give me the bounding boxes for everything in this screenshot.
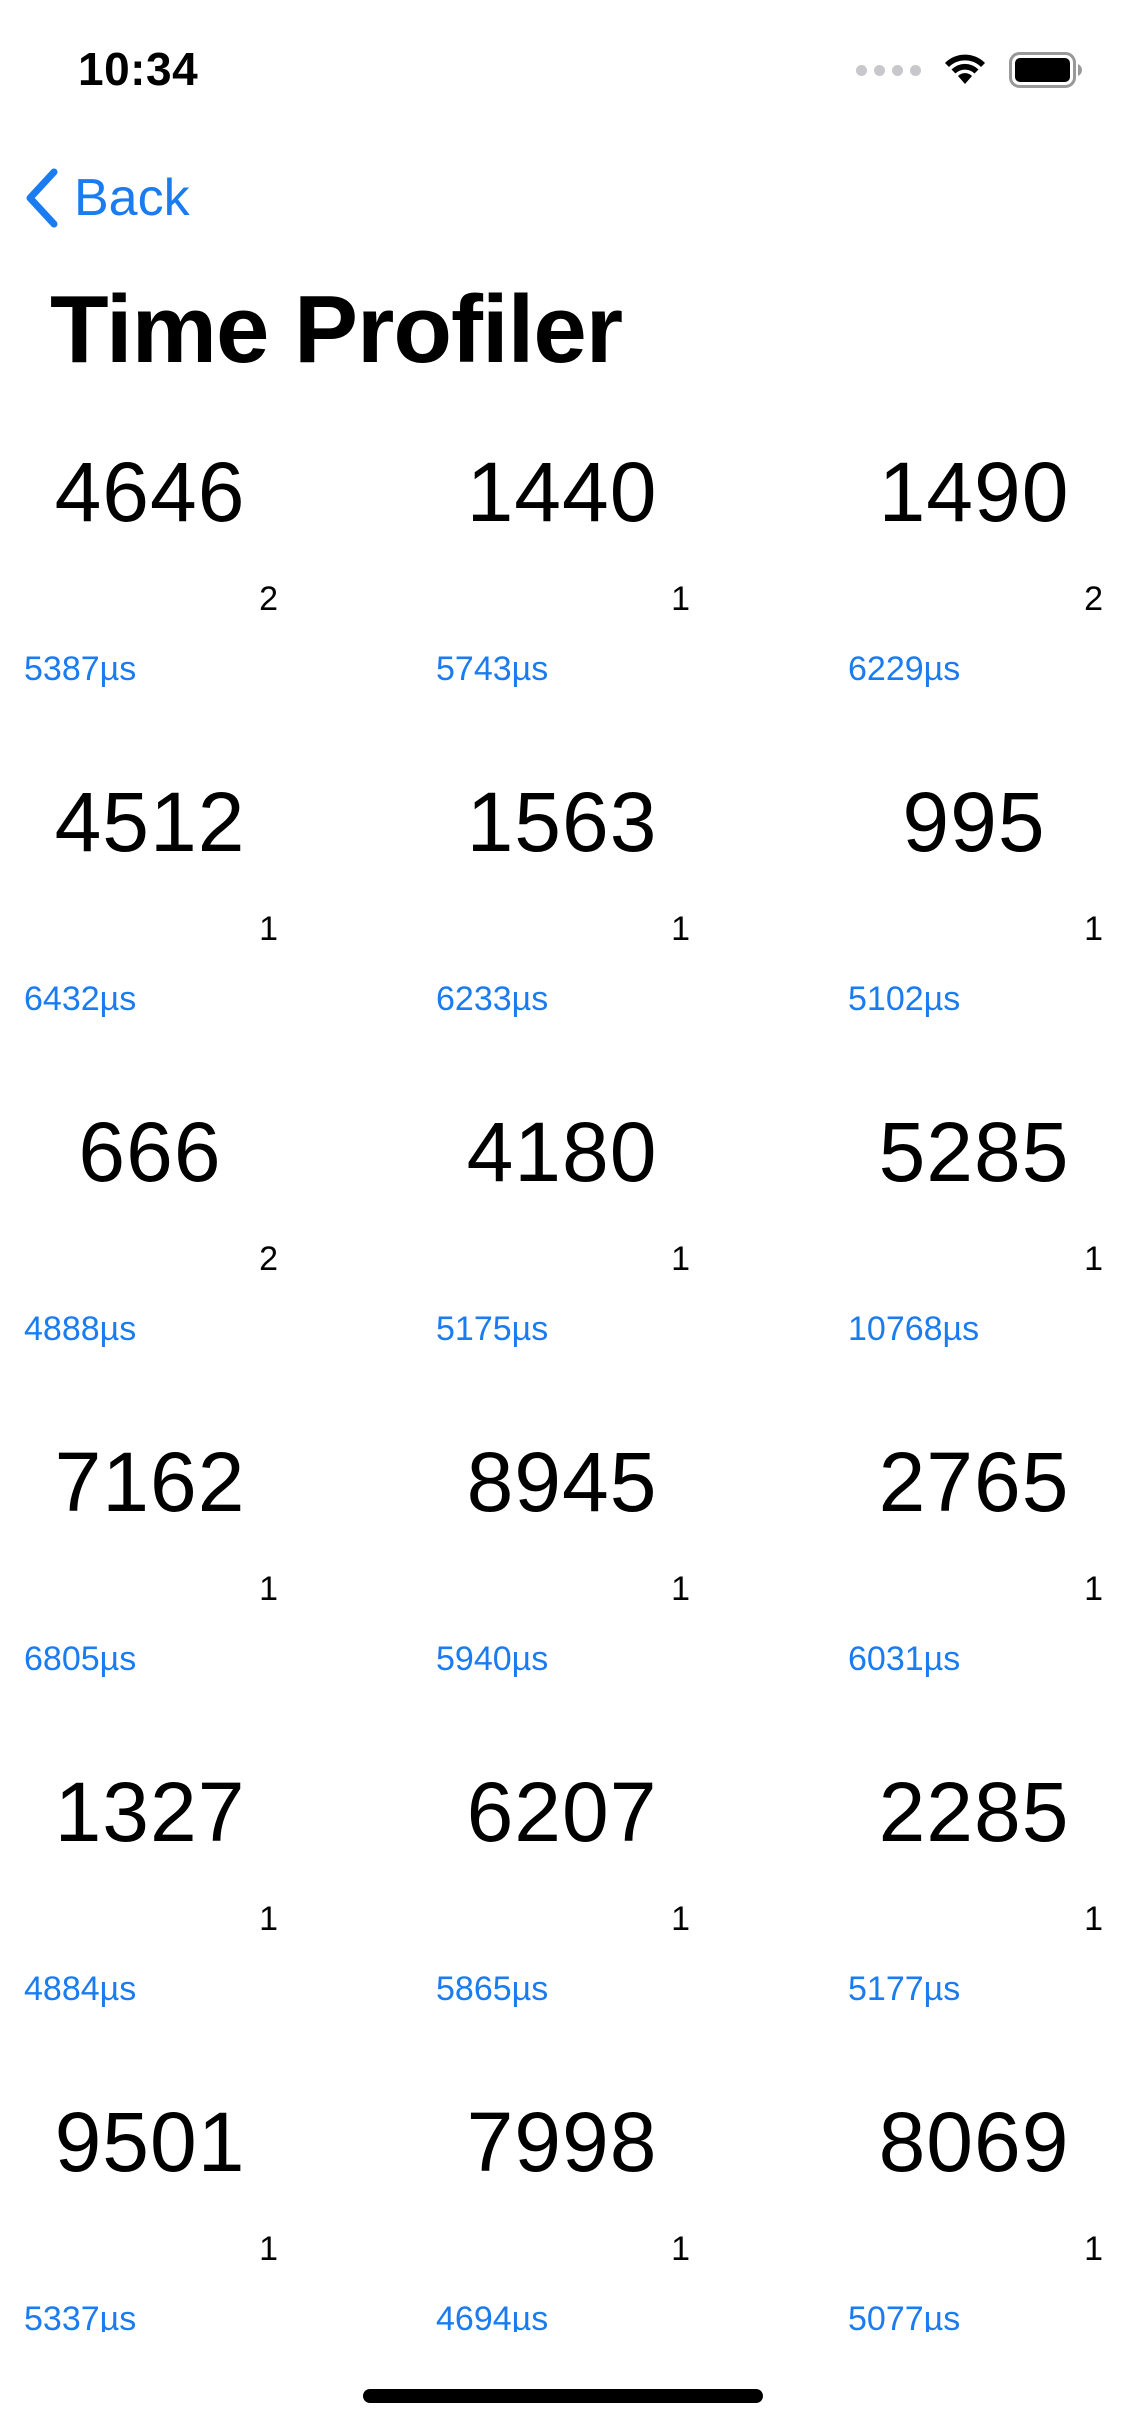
profiler-cell[interactable]: 4512 1 6432µs (0, 770, 412, 1100)
back-button-label: Back (74, 169, 190, 227)
profiler-cell[interactable]: 2765 1 6031µs (824, 1430, 1125, 1760)
cell-count: 1 (1084, 1570, 1103, 1608)
cell-count: 2 (259, 580, 278, 618)
cell-count: 1 (1084, 1240, 1103, 1278)
profiler-cell[interactable]: 8069 1 5077µs (824, 2090, 1125, 2332)
profiler-cell[interactable]: 2285 1 5177µs (824, 1760, 1125, 2090)
back-button[interactable]: Back (24, 166, 190, 230)
cell-count: 1 (259, 1900, 278, 1938)
cell-count: 1 (1084, 910, 1103, 948)
profiler-cell[interactable]: 1327 1 4884µs (0, 1760, 412, 2090)
cell-value: 7998 (466, 2095, 658, 2189)
cell-count: 1 (671, 580, 690, 618)
cell-value: 8945 (466, 1435, 658, 1529)
profiler-cell[interactable]: 7162 1 6805µs (0, 1430, 412, 1760)
cell-count: 2 (259, 1240, 278, 1278)
cell-value: 1440 (466, 445, 658, 539)
cell-duration: 10768µs (848, 1310, 980, 1348)
status-bar: 10:34 (0, 0, 1125, 140)
cell-count: 2 (1084, 580, 1103, 618)
cell-duration: 5337µs (24, 2300, 137, 2332)
cell-value: 4180 (466, 1105, 658, 1199)
cell-value: 4512 (54, 775, 246, 869)
cell-count: 1 (259, 910, 278, 948)
cell-duration: 5743µs (436, 650, 549, 688)
status-icons (856, 48, 1083, 92)
cell-value: 6207 (466, 1765, 658, 1859)
profiler-cell[interactable]: 6207 1 5865µs (412, 1760, 824, 2090)
profiler-grid: 4646 2 5387µs 1440 1 5743µs 1490 2 6229µs 4512 1 64… (0, 440, 1125, 2332)
profiler-cell[interactable]: 995 1 5102µs (824, 770, 1125, 1100)
cell-value: 995 (902, 775, 1046, 869)
cell-duration: 5387µs (24, 650, 137, 688)
cell-duration: 5940µs (436, 1640, 549, 1678)
cell-value: 5285 (878, 1105, 1070, 1199)
cell-value: 1490 (878, 445, 1070, 539)
profiler-cell[interactable]: 666 2 4888µs (0, 1100, 412, 1430)
battery-icon (1009, 52, 1083, 88)
cell-duration: 4888µs (24, 1310, 137, 1348)
profiler-cell[interactable]: 4646 2 5387µs (0, 440, 412, 770)
cell-count: 1 (259, 1570, 278, 1608)
cell-duration: 5177µs (848, 1970, 961, 2008)
cell-value: 4646 (54, 445, 246, 539)
cell-value: 1563 (466, 775, 658, 869)
cell-duration: 5077µs (848, 2300, 961, 2332)
cell-value: 7162 (54, 1435, 246, 1529)
chevron-left-icon (24, 168, 60, 228)
cell-duration: 5175µs (436, 1310, 549, 1348)
profiler-cell[interactable]: 8945 1 5940µs (412, 1430, 824, 1760)
cell-count: 1 (671, 1570, 690, 1608)
profiler-cell[interactable]: 9501 1 5337µs (0, 2090, 412, 2332)
cell-count: 1 (1084, 2230, 1103, 2268)
cell-duration: 6432µs (24, 980, 137, 1018)
profiler-cell[interactable]: 1440 1 5743µs (412, 440, 824, 770)
cell-count: 1 (1084, 1900, 1103, 1938)
cell-value: 666 (78, 1105, 222, 1199)
profiler-grid-scroll[interactable]: 4646 2 5387µs 1440 1 5743µs 1490 2 6229µs 4512 1 64… (0, 440, 1125, 2332)
cell-duration: 4884µs (24, 1970, 137, 2008)
cell-duration: 6233µs (436, 980, 549, 1018)
profiler-cell[interactable]: 1563 1 6233µs (412, 770, 824, 1100)
cell-value: 1327 (54, 1765, 246, 1859)
cell-duration: 6805µs (24, 1640, 137, 1678)
profiler-cell[interactable]: 7998 1 4694µs (412, 2090, 824, 2332)
profiler-cell[interactable]: 4180 1 5175µs (412, 1100, 824, 1430)
cell-value: 8069 (878, 2095, 1070, 2189)
cell-count: 1 (671, 1240, 690, 1278)
home-indicator[interactable] (363, 2389, 763, 2403)
cell-duration: 4694µs (436, 2300, 549, 2332)
page-title: Time Profiler (50, 276, 623, 383)
cell-duration: 5102µs (848, 980, 961, 1018)
cell-duration: 5865µs (436, 1970, 549, 2008)
wifi-icon (943, 53, 987, 87)
cell-count: 1 (259, 2230, 278, 2268)
profiler-cell[interactable]: 1490 2 6229µs (824, 440, 1125, 770)
status-time: 10:34 (78, 43, 199, 95)
cell-value: 2285 (878, 1765, 1070, 1859)
cell-duration: 6229µs (848, 650, 961, 688)
cell-duration: 6031µs (848, 1640, 961, 1678)
cell-count: 1 (671, 2230, 690, 2268)
cell-value: 2765 (878, 1435, 1070, 1529)
cell-count: 1 (671, 910, 690, 948)
cell-value: 9501 (54, 2095, 246, 2189)
profiler-cell[interactable]: 5285 1 10768µs (824, 1100, 1125, 1430)
cellular-signal-icon (856, 64, 921, 76)
cell-count: 1 (671, 1900, 690, 1938)
